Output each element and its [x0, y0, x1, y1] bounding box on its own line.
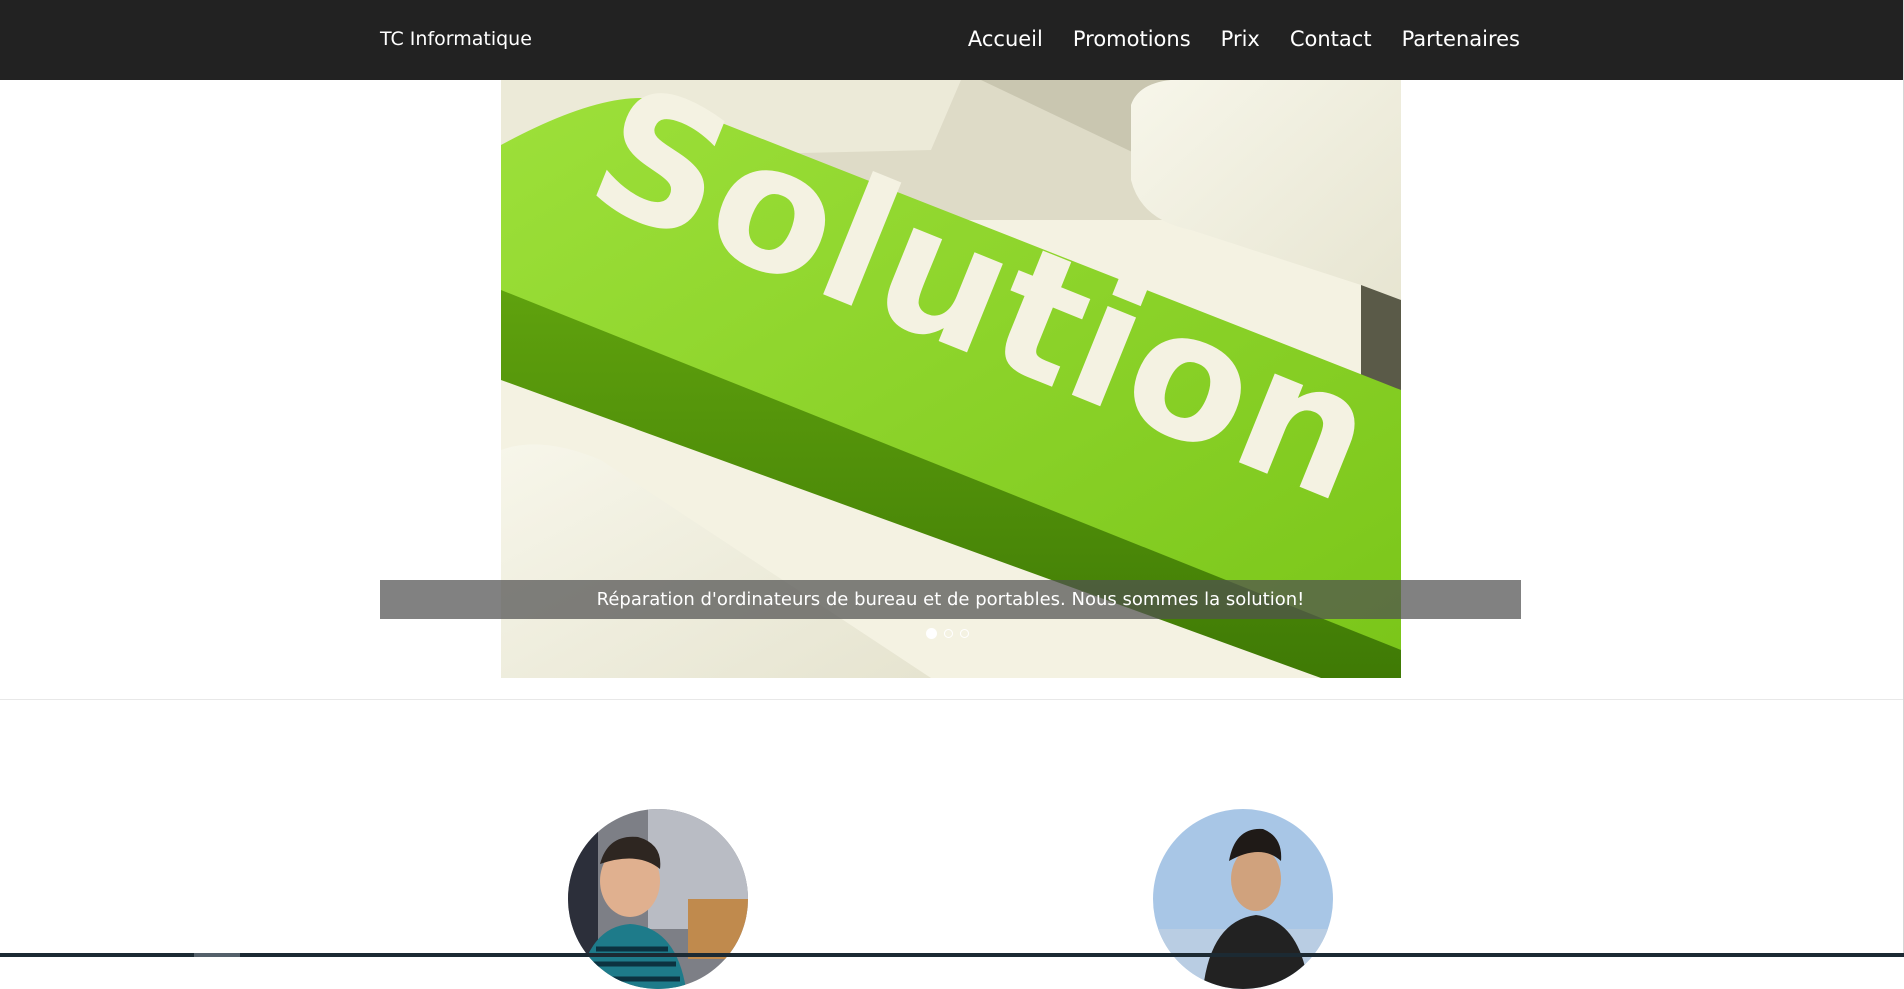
- nav-item-contact[interactable]: Contact: [1290, 25, 1372, 53]
- section-divider: [0, 699, 1904, 700]
- navbar: TC Informatique Accueil Promotions Prix …: [0, 0, 1904, 80]
- carousel-indicator-1[interactable]: [926, 628, 937, 639]
- brand-link[interactable]: TC Informatique: [380, 27, 532, 51]
- team-avatar-right: [1153, 809, 1333, 989]
- nav-item-accueil[interactable]: Accueil: [968, 25, 1043, 53]
- team-avatar-left: [568, 809, 748, 989]
- scrollbar-thumb[interactable]: [194, 953, 240, 957]
- carousel-indicator-3[interactable]: [960, 629, 969, 638]
- carousel-caption: Réparation d'ordinateurs de bureau et de…: [380, 580, 1521, 619]
- bottom-scrollbar[interactable]: [0, 953, 1904, 957]
- nav-item-prix[interactable]: Prix: [1221, 25, 1260, 53]
- nav-item-partenaires[interactable]: Partenaires: [1402, 25, 1520, 53]
- main-nav: Accueil Promotions Prix Contact Partenai…: [968, 25, 1520, 53]
- carousel-indicator-2[interactable]: [944, 629, 953, 638]
- nav-item-promotions[interactable]: Promotions: [1073, 25, 1191, 53]
- carousel-indicators: [926, 628, 969, 639]
